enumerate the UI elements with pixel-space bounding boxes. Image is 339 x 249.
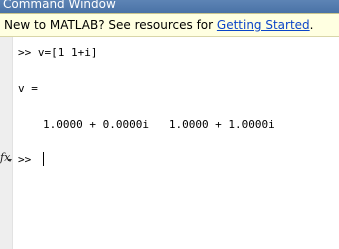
info-message: New to MATLAB? See resources for Getting… (4, 18, 314, 32)
info-message-text: New to MATLAB? See resources for (4, 18, 217, 32)
chevron-down-icon (8, 159, 12, 162)
info-message-suffix: . (309, 18, 314, 32)
result-values-line: 1.0000 + 0.0000i 1.0000 + 1.0000i (43, 118, 275, 131)
getting-started-link[interactable]: Getting Started (217, 18, 310, 32)
console-output: >> v=[1 1+i] v = 1.0000 + 0.0000i 1.0000… (18, 37, 336, 249)
text-cursor (43, 152, 44, 166)
command-window: Command Window New to MATLAB? See resour… (0, 0, 339, 249)
command-history-line: >> v=[1 1+i] (18, 46, 98, 59)
fx-icon[interactable]: fx (0, 150, 14, 166)
info-bar: New to MATLAB? See resources for Getting… (0, 13, 339, 37)
variable-name-line: v = (18, 82, 38, 95)
command-input[interactable] (16, 146, 336, 170)
window-title-bar[interactable]: Command Window (0, 0, 339, 13)
left-gutter (0, 37, 13, 249)
window-title: Command Window (3, 0, 116, 11)
